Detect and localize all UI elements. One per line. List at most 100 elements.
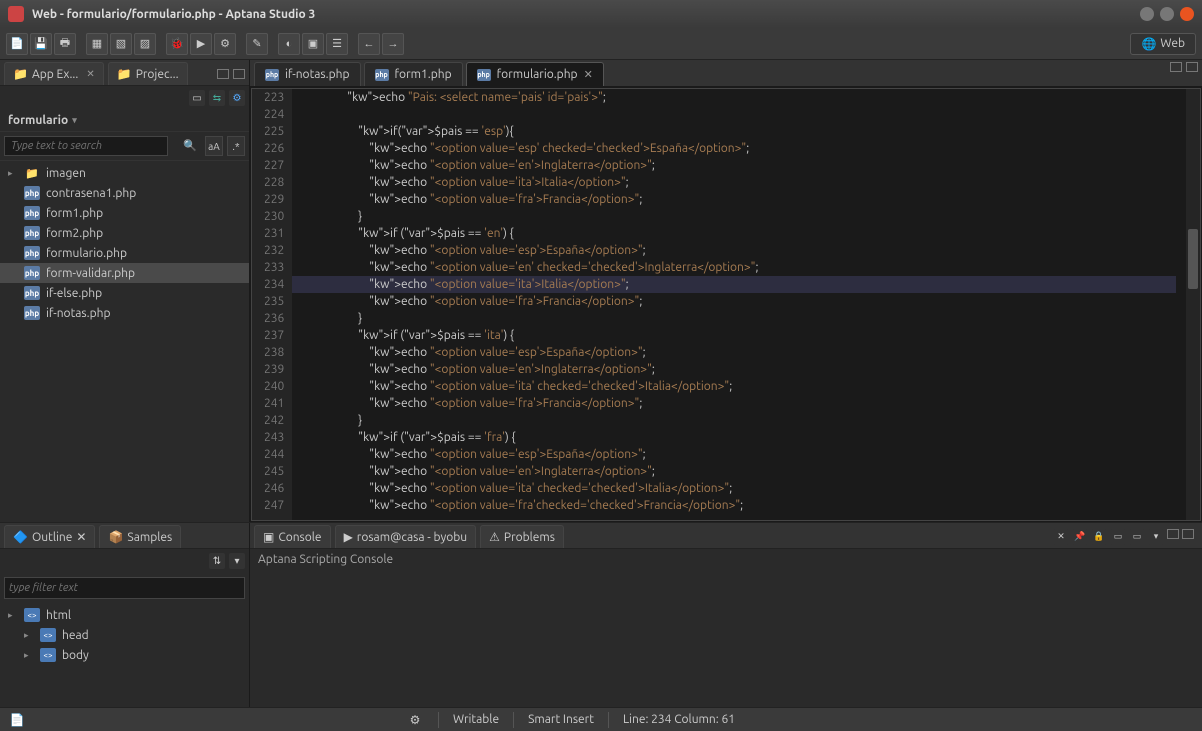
tag-icon: <>: [40, 628, 56, 642]
window-title: Web - formulario/formulario.php - Aptana…: [32, 8, 315, 21]
tab-outline[interactable]: 🔷 Outline ✕: [4, 525, 95, 548]
project-selector[interactable]: formulario ▾: [0, 110, 249, 132]
new-console-button[interactable]: ▭: [1129, 529, 1145, 545]
layout-button[interactable]: ▨: [134, 33, 156, 55]
editor-tab[interactable]: php formulario.php ✕: [466, 62, 604, 86]
outline-tree[interactable]: ▸<>html▸<>head▸<>body: [0, 603, 249, 667]
clear-button[interactable]: ✕: [1053, 529, 1069, 545]
terminal-icon: ▶: [344, 530, 353, 544]
block-button[interactable]: ▣: [302, 33, 324, 55]
collapse-button[interactable]: ▭: [189, 90, 205, 106]
samples-icon: 📦: [108, 530, 123, 544]
file-form2.php[interactable]: php form2.php: [0, 223, 249, 243]
maximize-view-button[interactable]: [233, 69, 245, 79]
code-editor[interactable]: 2232242252262272282292302312322332342352…: [251, 88, 1201, 521]
scroll-lock-button[interactable]: 🔒: [1091, 529, 1107, 545]
close-icon[interactable]: ✕: [76, 530, 86, 544]
minimize-view-button[interactable]: [217, 69, 229, 79]
tab-terminal[interactable]: ▶ rosam@casa - byobu: [335, 525, 477, 548]
file-contrasena1.php[interactable]: phpcontrasena1.php: [0, 183, 249, 203]
editor-tab[interactable]: phpif-notas.php: [254, 62, 361, 86]
sort-button[interactable]: ⇅: [209, 553, 225, 569]
app-icon: [8, 6, 24, 22]
external-button[interactable]: ⚙: [214, 33, 236, 55]
close-icon[interactable]: ✕: [584, 68, 593, 81]
back-button[interactable]: ←: [358, 33, 380, 55]
php-icon: php: [24, 306, 40, 320]
display-button[interactable]: ▭: [1110, 529, 1126, 545]
folder-icon: 📁: [24, 166, 40, 180]
node-label: head: [62, 629, 89, 642]
status-bar: 📄 ⚙ Writable Smart Insert Line: 234 Colu…: [0, 707, 1202, 731]
outline-filter-input[interactable]: [4, 577, 245, 599]
perspective-switcher[interactable]: 🌐 Web: [1130, 33, 1196, 55]
vertical-scrollbar[interactable]: [1186, 89, 1200, 520]
format-button[interactable]: ☰: [326, 33, 348, 55]
file-label: formulario.php: [46, 247, 127, 260]
file-label: if-else.php: [46, 287, 102, 300]
save-button[interactable]: 💾: [30, 33, 52, 55]
file-if-else.php[interactable]: phpif-else.php: [0, 283, 249, 303]
minimize-editor-button[interactable]: [1170, 62, 1182, 72]
php-icon: php: [24, 246, 40, 260]
close-icon[interactable]: ✕: [86, 68, 94, 80]
chevron-down-icon: ▾: [72, 115, 77, 126]
tab-project-explorer[interactable]: 📁 Projec...: [108, 62, 188, 85]
php-icon: php: [24, 186, 40, 200]
forward-button[interactable]: →: [382, 33, 404, 55]
file-formulario.php[interactable]: php formulario.php: [0, 243, 249, 263]
minimize-button[interactable]: [1140, 7, 1154, 21]
status-icon[interactable]: 📄: [8, 711, 26, 729]
maximize-console-button[interactable]: [1182, 529, 1194, 539]
gear-icon[interactable]: ⚙: [406, 711, 424, 729]
file-label: form2.php: [46, 227, 103, 240]
grid-button[interactable]: ▧: [110, 33, 132, 55]
gear-icon[interactable]: ⚙: [229, 90, 245, 106]
new-menu-button[interactable]: 📄: [6, 33, 28, 55]
file-form-validar.php[interactable]: phpform-validar.php: [0, 263, 249, 283]
file-tree[interactable]: ▸📁imagenphpcontrasena1.phpphpform1.phpph…: [0, 161, 249, 522]
tab-label: formulario.php: [497, 68, 578, 81]
wand-button[interactable]: ✎: [246, 33, 268, 55]
file-if-notas.php[interactable]: php if-notas.php: [0, 303, 249, 323]
outline-node-head[interactable]: ▸<>head: [0, 625, 249, 645]
outline-node-html[interactable]: ▸<>html: [0, 605, 249, 625]
run-button[interactable]: ▶: [190, 33, 212, 55]
tab-problems[interactable]: ⚠ Problems: [480, 525, 564, 548]
folder-icon: 📁: [117, 67, 132, 81]
tab-label: if-notas.php: [285, 68, 350, 81]
menu-button[interactable]: ▾: [229, 553, 245, 569]
print-button[interactable]: 🖶: [54, 33, 76, 55]
pin-button[interactable]: 📌: [1072, 529, 1088, 545]
main-toolbar: 📄 💾 🖶 ▦ ▧ ▨ 🐞 ▶ ⚙ ✎ ◐ ▣ ☰ ← → 🌐 Web: [0, 28, 1202, 60]
php-icon: php: [477, 69, 491, 81]
comment-button[interactable]: ◐: [278, 33, 300, 55]
code-lines[interactable]: "kw">echo "Pais: <select name='pais' id=…: [292, 89, 1186, 520]
search-input[interactable]: [4, 136, 168, 156]
close-button[interactable]: [1180, 7, 1194, 21]
file-imagen[interactable]: ▸📁imagen: [0, 163, 249, 183]
tab-samples[interactable]: 📦 Samples: [99, 525, 181, 548]
outline-node-body[interactable]: ▸<>body: [0, 645, 249, 665]
editor-tab[interactable]: phpform1.php: [364, 62, 463, 86]
file-label: if-notas.php: [46, 307, 111, 320]
tab-console[interactable]: ▣ Console: [254, 525, 331, 548]
file-label: form1.php: [46, 207, 103, 220]
console-icon: ▣: [263, 530, 274, 544]
console-output[interactable]: Aptana Scripting Console: [250, 549, 1202, 707]
file-form1.php[interactable]: phpform1.php: [0, 203, 249, 223]
case-toggle[interactable]: aA: [205, 136, 223, 156]
php-icon: php: [24, 226, 40, 240]
maximize-editor-button[interactable]: [1186, 62, 1198, 72]
open-console-button[interactable]: ▾: [1148, 529, 1164, 545]
perspective-icon: 🌐: [1141, 37, 1156, 51]
maximize-button[interactable]: [1160, 7, 1174, 21]
tile-button[interactable]: ▦: [86, 33, 108, 55]
debug-button[interactable]: 🐞: [166, 33, 188, 55]
minimize-console-button[interactable]: [1167, 529, 1179, 539]
regex-toggle[interactable]: .*: [227, 136, 245, 156]
tab-app-explorer[interactable]: 📁 App Ex... ✕: [4, 62, 104, 85]
file-label: imagen: [46, 167, 86, 180]
link-button[interactable]: ⇆: [209, 90, 225, 106]
status-insert: Smart Insert: [528, 713, 594, 726]
